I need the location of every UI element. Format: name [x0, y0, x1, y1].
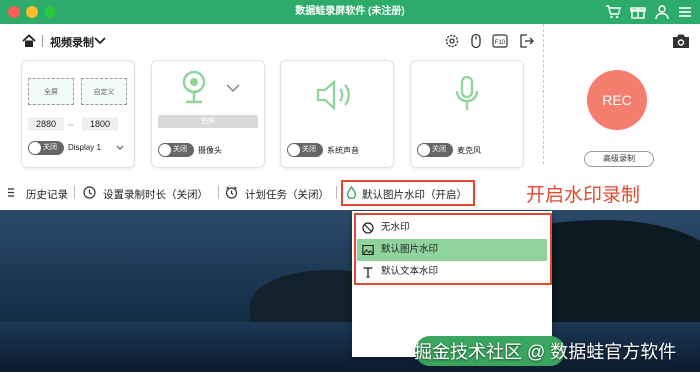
- alarm-clock-icon[interactable]: [225, 186, 238, 199]
- snapshot-button: 拍照: [158, 115, 258, 128]
- f10-key-icon[interactable]: F10: [492, 33, 508, 49]
- webcam-icon: [182, 70, 206, 104]
- window-title: 数据蛙录屏软件 (未注册): [295, 6, 405, 17]
- custom-area-option[interactable]: 自定义: [81, 78, 127, 105]
- history-icon[interactable]: [6, 186, 16, 199]
- schedule-task-button[interactable]: 计划任务（关闭）: [245, 187, 329, 202]
- clock-icon[interactable]: [83, 186, 96, 199]
- page-watermark: 掘金技术社区 @ 数据蛙官方软件: [414, 342, 677, 362]
- fullscreen-option[interactable]: 全屏: [28, 78, 74, 105]
- toggle-text: 关闭: [173, 146, 187, 153]
- highlight-box-watermark: [341, 180, 475, 206]
- toggle-knob: [159, 144, 171, 156]
- mode-selector-label[interactable]: 视频录制: [50, 34, 94, 50]
- display-select[interactable]: Display 1: [68, 143, 101, 152]
- toggle-text: 关闭: [43, 144, 57, 151]
- history-button[interactable]: 历史记录: [26, 187, 68, 202]
- system-audio-card: 关闭 系统声音: [280, 60, 394, 168]
- user-icon[interactable]: [653, 3, 671, 21]
- rec-button[interactable]: REC: [587, 70, 647, 130]
- annotation-text: 开启水印录制: [526, 185, 641, 206]
- bar-separator: [218, 186, 219, 199]
- screen-toggle[interactable]: 关闭: [28, 141, 64, 155]
- exit-icon[interactable]: [518, 33, 534, 49]
- chevron-down-icon[interactable]: [94, 36, 106, 46]
- header-separator: [42, 35, 43, 47]
- cart-icon[interactable]: [604, 3, 622, 21]
- gear-icon[interactable]: [444, 33, 460, 49]
- microphone-toggle[interactable]: 关闭: [417, 143, 453, 157]
- bar-separator: [74, 186, 75, 199]
- menu-icon[interactable]: [676, 3, 694, 21]
- advanced-record-button[interactable]: 高级录制: [584, 151, 654, 167]
- microphone-label: 麦克风: [457, 146, 481, 155]
- link-icon[interactable]: ⇔: [66, 119, 75, 129]
- speaker-icon: [316, 79, 350, 111]
- toggle-text: 关闭: [432, 146, 446, 153]
- gift-icon[interactable]: [629, 3, 647, 21]
- toggle-text: 关闭: [302, 146, 316, 153]
- webcam-toggle[interactable]: 关闭: [158, 143, 194, 157]
- chevron-down-icon[interactable]: [226, 83, 240, 93]
- svg-text:F10: F10: [495, 40, 506, 46]
- highlight-box-menu: [354, 213, 552, 285]
- webcam-label: 摄像头: [198, 146, 222, 155]
- system-audio-toggle[interactable]: 关闭: [287, 143, 323, 157]
- home-icon[interactable]: [22, 34, 36, 48]
- panel-divider: [543, 24, 544, 164]
- set-duration-button[interactable]: 设置录制时长（关闭）: [103, 187, 208, 202]
- bar-separator: [336, 186, 337, 199]
- chevron-down-icon[interactable]: [116, 145, 124, 151]
- toggle-knob: [29, 142, 41, 154]
- microphone-card: 关闭 麦克风: [410, 60, 524, 168]
- height-input[interactable]: 1800: [82, 117, 118, 131]
- microphone-icon: [455, 75, 479, 110]
- toggle-knob: [288, 144, 300, 156]
- toggle-knob: [418, 144, 430, 156]
- system-audio-label: 系统声音: [327, 146, 359, 155]
- screenshot-camera-icon[interactable]: [672, 33, 690, 49]
- webcam-card: 拍照 关闭 摄像头: [151, 60, 265, 168]
- mouse-icon[interactable]: [468, 33, 484, 49]
- screen-area-card: 全屏 自定义 2880 ⇔ 1800 关闭 Display 1: [21, 60, 135, 168]
- width-input[interactable]: 2880: [28, 117, 64, 131]
